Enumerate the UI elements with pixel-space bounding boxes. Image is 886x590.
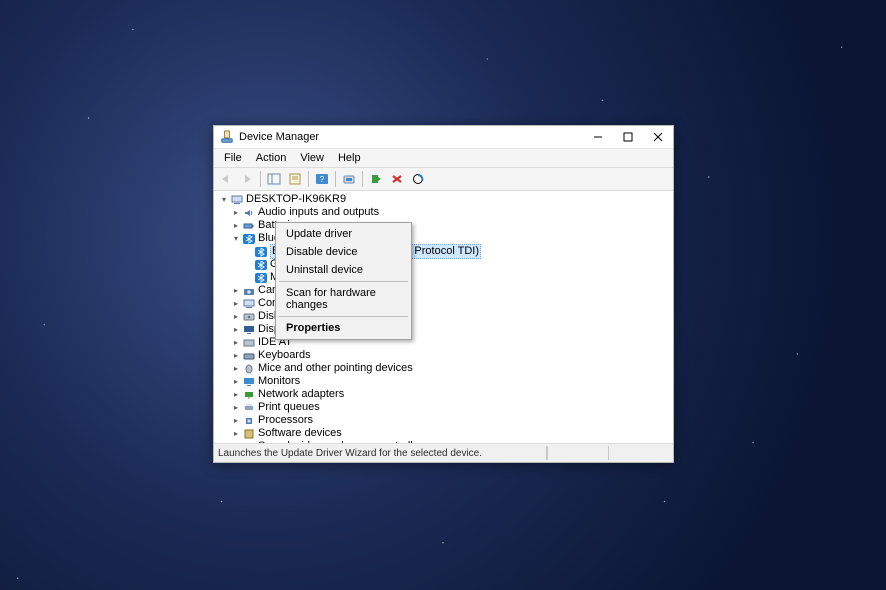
uninstall-device-button[interactable] [387,170,407,188]
bluetooth-icon [254,259,268,271]
ctx-disable-device[interactable]: Disable device [278,243,409,261]
monitor-icon [242,376,256,388]
ctx-uninstall-device[interactable]: Uninstall device [278,261,409,279]
help-button[interactable]: ? [312,170,332,188]
app-icon [220,130,234,144]
menu-file[interactable]: File [218,151,248,165]
toolbar-separator [260,171,261,187]
tree-category-processors[interactable]: ▸ Processors [214,414,673,427]
bluetooth-icon [254,272,268,284]
mouse-icon [242,363,256,375]
tree-label: Software devices [258,427,342,440]
enable-device-button[interactable] [366,170,386,188]
back-button[interactable] [216,170,236,188]
collapse-icon[interactable]: ▾ [230,232,242,245]
scan-hardware-button[interactable] [408,170,428,188]
tree-label: Keyboards [258,349,311,362]
camera-icon [242,285,256,297]
expand-icon[interactable]: ▸ [230,323,242,336]
desktop-wallpaper: Device Manager File Action View Help [0,0,886,590]
tree-category-keyboards[interactable]: ▸ Keyboards [214,349,673,362]
expand-icon[interactable]: ▸ [230,206,242,219]
tree-label: Network adapters [258,388,344,401]
computer-icon [230,194,244,206]
cpu-icon [242,415,256,427]
ctx-update-driver[interactable]: Update driver [278,225,409,243]
context-menu-separator [279,316,408,317]
show-hide-tree-button[interactable] [264,170,284,188]
tree-label: Mice and other pointing devices [258,362,413,375]
tree-category-mice[interactable]: ▸ Mice and other pointing devices [214,362,673,375]
tree-category-sound[interactable]: ▸ Sound, video and game controllers [214,440,673,443]
ctx-scan-hardware[interactable]: Scan for hardware changes [278,284,409,314]
toolbar: ? [214,167,673,191]
network-icon [242,389,256,401]
tree-category-network[interactable]: ▸ Network adapters [214,388,673,401]
expand-icon[interactable]: ▸ [230,310,242,323]
bluetooth-icon [242,233,256,245]
svg-text:?: ? [320,175,325,184]
collapse-icon[interactable]: ▾ [218,193,230,206]
tree-category-monitors[interactable]: ▸ Monitors [214,375,673,388]
context-menu-separator [279,281,408,282]
tree-label: Sound, video and game controllers [258,440,428,443]
toolbar-separator [362,171,363,187]
tree-label: Print queues [258,401,320,414]
menu-view[interactable]: View [294,151,330,165]
context-menu: Update driver Disable device Uninstall d… [275,222,412,340]
audio-icon [242,207,256,219]
menu-help[interactable]: Help [332,151,367,165]
toolbar-separator [335,171,336,187]
bluetooth-icon [254,246,268,258]
display-icon [242,324,256,336]
tree-label: Processors [258,414,313,427]
expand-icon[interactable]: ▸ [230,349,242,362]
expand-icon[interactable]: ▸ [230,362,242,375]
expand-icon[interactable]: ▸ [230,440,242,443]
tree-label: DESKTOP-IK96KR9 [246,193,346,206]
forward-button[interactable] [237,170,257,188]
tree-label: Audio inputs and outputs [258,206,379,219]
menubar: File Action View Help [214,149,673,167]
status-text: Launches the Update Driver Wizard for th… [218,448,482,459]
expand-icon[interactable]: ▸ [230,375,242,388]
sound-icon [242,441,256,444]
window-title: Device Manager [239,131,583,143]
statusbar: Launches the Update Driver Wizard for th… [214,443,673,462]
expand-icon[interactable]: ▸ [230,427,242,440]
toolbar-separator [308,171,309,187]
software-icon [242,428,256,440]
expand-icon[interactable]: ▸ [230,297,242,310]
computer-icon [242,298,256,310]
minimize-button[interactable] [583,126,613,148]
menu-action[interactable]: Action [250,151,293,165]
update-driver-button[interactable] [339,170,359,188]
tree-category-printers[interactable]: ▸ Print queues [214,401,673,414]
expand-icon[interactable]: ▸ [230,284,242,297]
printer-icon [242,402,256,414]
expand-icon[interactable]: ▸ [230,414,242,427]
ctx-properties[interactable]: Properties [278,319,409,337]
maximize-button[interactable] [613,126,643,148]
tree-category-audio[interactable]: ▸ Audio inputs and outputs [214,206,673,219]
ide-icon [242,337,256,349]
expand-icon[interactable]: ▸ [230,219,242,232]
expand-icon[interactable]: ▸ [230,401,242,414]
keyboard-icon [242,350,256,362]
titlebar[interactable]: Device Manager [214,126,673,149]
tree-root[interactable]: ▾ DESKTOP-IK96KR9 [214,193,673,206]
expand-icon[interactable]: ▸ [230,388,242,401]
tree-category-software[interactable]: ▸ Software devices [214,427,673,440]
properties-button[interactable] [285,170,305,188]
close-button[interactable] [643,126,673,148]
disk-icon [242,311,256,323]
tree-label: Monitors [258,375,300,388]
expand-icon[interactable]: ▸ [230,336,242,349]
battery-icon [242,220,256,232]
